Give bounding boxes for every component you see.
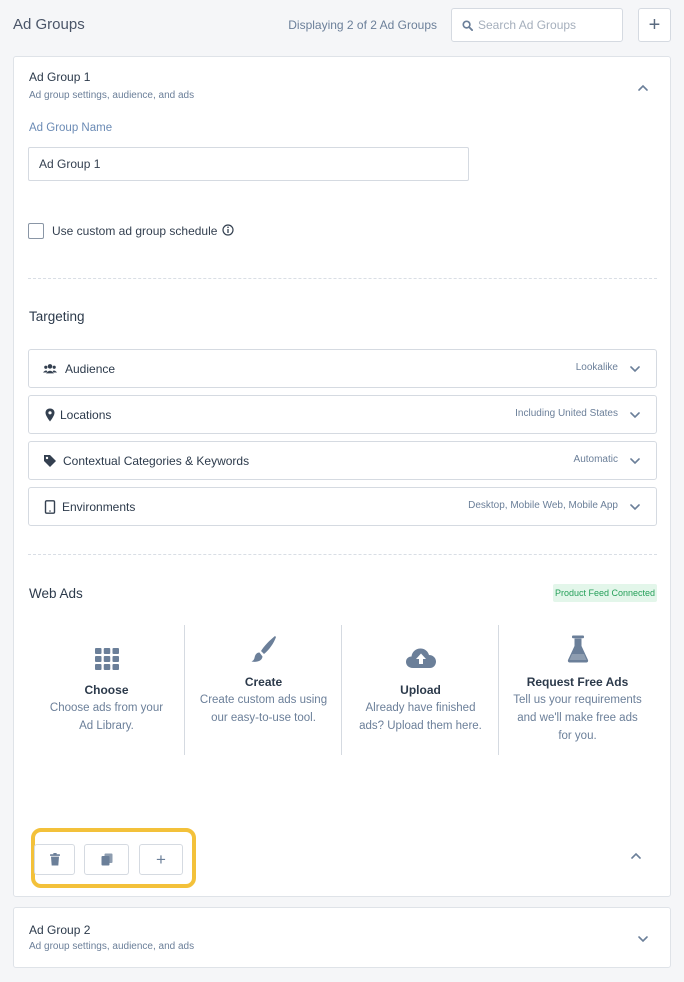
ad-group-subtitle: Ad group settings, audience, and ads [29,90,195,101]
page-header: Ad Groups Displaying 2 of 2 Ad Groups + [0,0,684,50]
targeting-row-value: Lookalike [575,362,618,373]
option-description: Tell us your requirements and we'll make… [513,694,642,742]
product-feed-badge: Product Feed Connected [553,584,657,602]
duplicate-ad-group-button[interactable] [84,844,129,875]
targeting-title: Targeting [29,309,85,324]
flask-icon [567,635,588,663]
users-icon [43,364,57,374]
chevron-down-icon [630,412,640,419]
tag-icon [44,455,56,467]
search-icon [462,20,473,31]
chevron-down-icon [630,366,640,373]
info-icon[interactable] [222,224,234,236]
chevron-up-icon[interactable] [629,849,643,863]
targeting-row-audience[interactable]: Audience Lookalike [28,349,657,388]
option-title: Upload [400,683,441,697]
grid-icon [94,648,119,670]
targeting-row-contextual[interactable]: Contextual Categories & Keywords Automat… [28,441,657,480]
ad-group-title: Ad Group 1 [29,70,91,84]
paintbrush-icon [251,636,276,662]
copy-icon [101,853,112,866]
custom-schedule-checkbox[interactable] [28,223,44,239]
targeting-row-label: Contextual Categories & Keywords [63,454,250,468]
chevron-up-icon[interactable] [636,81,650,95]
add-ad-group-button[interactable]: + [638,8,671,42]
ad-group-title: Ad Group 2 [29,923,91,937]
section-divider [28,554,657,555]
search-box[interactable] [451,8,623,42]
option-title: Choose [84,683,129,697]
option-description: Create custom ads using our easy-to-use … [199,694,328,724]
map-pin-icon [45,408,55,422]
chevron-down-icon[interactable] [636,932,650,946]
targeting-row-value: Including United States [515,408,618,419]
targeting-row-label: Locations [60,408,112,422]
ad-group-card[interactable]: Ad Group 2 Ad group settings, audience, … [13,907,671,968]
web-ads-option-upload[interactable]: Upload Already have finished ads? Upload… [342,625,499,755]
targeting-row-value: Desktop, Mobile Web, Mobile App [468,500,618,511]
search-input[interactable] [478,9,618,41]
tablet-icon [44,500,56,514]
option-title: Create [244,675,283,689]
ad-group-name-label: Ad Group Name [29,122,113,134]
web-ads-option-create[interactable]: Create Create custom ads using our easy-… [185,625,342,755]
section-divider [28,278,657,279]
ad-group-count: Displaying 2 of 2 Ad Groups [288,18,437,32]
web-ads-title: Web Ads [29,586,83,601]
targeting-row-label: Audience [65,362,116,376]
trash-icon [49,853,60,866]
targeting-row-label: Environments [62,500,136,514]
targeting-row-value: Automatic [573,454,618,465]
custom-schedule-label[interactable]: Use custom ad group schedule [52,224,217,238]
web-ads-option-request[interactable]: Request Free Ads Tell us your requiremen… [499,625,656,755]
plus-icon: + [648,13,661,36]
chevron-down-icon [630,458,640,465]
cloud-upload-icon [405,648,436,668]
chevron-down-icon [630,504,640,511]
targeting-row-locations[interactable]: Locations Including United States [28,395,657,434]
add-ad-button[interactable]: + [139,844,183,875]
ad-group-name-input[interactable] [28,147,469,181]
web-ads-option-choose[interactable]: Choose Choose ads from your Ad Library. [28,625,185,755]
targeting-row-environments[interactable]: Environments Desktop, Mobile Web, Mobile… [28,487,657,526]
ad-group-card: Ad Group 1 Ad group settings, audience, … [13,56,671,897]
delete-ad-group-button[interactable] [34,844,75,875]
page-title: Ad Groups [13,16,85,33]
option-title: Request Free Ads [526,675,629,689]
plus-icon: + [156,849,166,869]
option-description: Choose ads from your Ad Library. [49,702,164,732]
ad-group-subtitle: Ad group settings, audience, and ads [29,941,195,952]
option-description: Already have finished ads? Upload them h… [359,702,482,732]
